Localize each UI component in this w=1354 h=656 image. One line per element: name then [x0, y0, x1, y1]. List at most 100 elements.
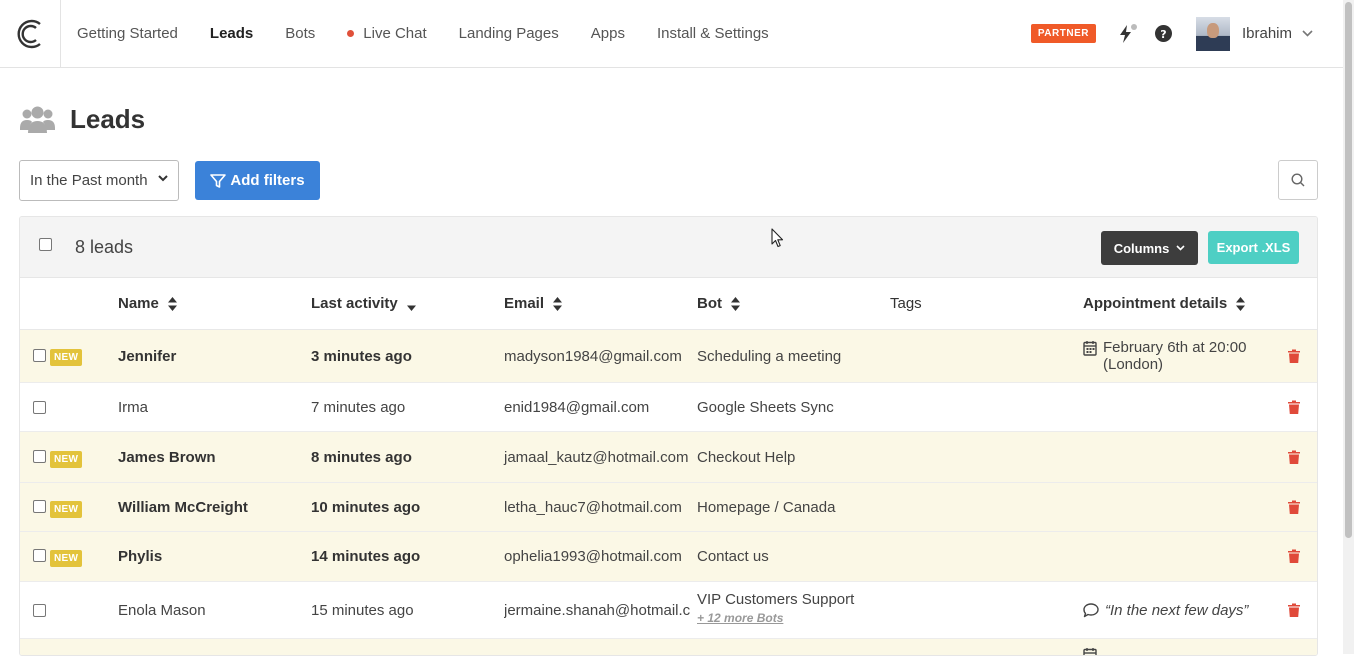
header-label: Bot: [697, 295, 722, 312]
trash-icon[interactable]: [1288, 400, 1300, 414]
avatar[interactable]: [1196, 17, 1230, 51]
nav-live-chat[interactable]: Live Chat: [331, 25, 442, 42]
new-badge: NEW: [50, 550, 82, 567]
lead-bot: Checkout Help: [697, 449, 795, 466]
header-label: Tags: [890, 295, 922, 312]
comment-icon: [1083, 603, 1099, 618]
add-filters-button[interactable]: Add filters: [195, 161, 320, 200]
nav-label: Install & Settings: [657, 25, 769, 42]
lead-email: ophelia1993@hotmail.com: [504, 548, 682, 565]
header-label: Email: [504, 295, 544, 312]
last-activity: 3 minutes ago: [311, 348, 412, 365]
table-row[interactable]: Irma 7 minutes ago enid1984@gmail.com Go…: [20, 383, 1317, 432]
last-activity: 8 minutes ago: [311, 449, 412, 466]
trash-icon[interactable]: [1288, 549, 1300, 563]
add-filters-label: Add filters: [230, 172, 304, 189]
partner-badge: PARTNER: [1031, 24, 1096, 43]
mouse-cursor-icon: [771, 228, 785, 249]
lead-name[interactable]: Phylis: [118, 548, 162, 565]
lead-name[interactable]: Irma: [118, 399, 148, 416]
trash-icon[interactable]: [1288, 349, 1300, 363]
nav-bots[interactable]: Bots: [269, 25, 331, 42]
lead-name[interactable]: Jennifer: [118, 348, 176, 365]
nav-label: Landing Pages: [459, 25, 559, 42]
last-activity: 10 minutes ago: [311, 499, 420, 516]
lead-bot: VIP Customers Support: [697, 591, 854, 608]
lead-email: madyson1984@gmail.com: [504, 348, 682, 365]
date-range-select[interactable]: In the Past month: [19, 160, 179, 201]
chevron-down-icon: [1176, 245, 1185, 251]
trash-icon[interactable]: [1288, 500, 1300, 514]
header-label: Appointment details: [1083, 295, 1227, 312]
users-icon: [19, 106, 56, 134]
lead-email: jermaine.shanah@hotmail.c: [504, 602, 694, 619]
filter-icon: [210, 173, 226, 189]
table-row[interactable]: Enola Mason 15 minutes ago jermaine.shan…: [20, 582, 1317, 639]
table-row[interactable]: NEW Phylis 14 minutes ago ophelia1993@ho…: [20, 532, 1317, 582]
appointment-text: February 6th at 20:00 (London): [1103, 339, 1253, 373]
select-all-checkbox[interactable]: [39, 238, 52, 251]
new-badge: NEW: [50, 349, 82, 366]
table-row[interactable]: NEW William McCreight 10 minutes ago let…: [20, 483, 1317, 532]
trash-icon[interactable]: [1288, 450, 1300, 464]
calendar-icon: [1083, 340, 1097, 356]
lead-name[interactable]: James Brown: [118, 449, 216, 466]
header-appointment[interactable]: Appointment details: [1083, 295, 1245, 312]
search-button[interactable]: [1278, 160, 1318, 200]
logo-icon[interactable]: [0, 0, 61, 67]
header-label: Name: [118, 295, 159, 312]
lead-email: jamaal_kautz@hotmail.com: [504, 449, 688, 466]
help-icon[interactable]: ?: [1154, 24, 1174, 44]
lead-bot: Scheduling a meeting: [697, 348, 841, 365]
sort-icon: [168, 297, 177, 311]
header-last-activity[interactable]: Last activity: [311, 295, 416, 312]
table-header: Name Last activity Email Bot Tags Appoin…: [20, 278, 1317, 330]
nav-label: Bots: [285, 25, 315, 42]
nav-install-settings[interactable]: Install & Settings: [641, 25, 785, 42]
user-name[interactable]: Ibrahim: [1242, 25, 1292, 42]
table-row[interactable]: NEW Jennifer 3 minutes ago madyson1984@g…: [20, 330, 1317, 383]
last-activity: 14 minutes ago: [311, 548, 420, 565]
row-checkbox[interactable]: [33, 500, 46, 513]
row-checkbox[interactable]: [33, 549, 46, 562]
scrollbar-thumb[interactable]: [1345, 2, 1352, 538]
export-xls-button[interactable]: Export .XLS: [1208, 231, 1299, 264]
trash-icon[interactable]: [1288, 603, 1300, 617]
chevron-down-icon[interactable]: [1302, 30, 1313, 37]
export-label: Export .XLS: [1217, 240, 1291, 255]
lead-bot: Contact us: [697, 548, 769, 565]
nav-apps[interactable]: Apps: [575, 25, 641, 42]
header-tags: Tags: [890, 295, 922, 312]
leads-table: 8 leads Columns Export .XLS Name Last ac…: [19, 216, 1318, 656]
top-navigation: Getting Started Leads Bots Live Chat Lan…: [0, 0, 1343, 68]
nav-landing-pages[interactable]: Landing Pages: [443, 25, 575, 42]
nav-leads[interactable]: Leads: [194, 25, 269, 42]
lead-name[interactable]: William McCreight: [118, 499, 248, 516]
search-icon: [1291, 173, 1305, 187]
header-label: Last activity: [311, 295, 398, 312]
row-checkbox[interactable]: [33, 401, 46, 414]
columns-button[interactable]: Columns: [1101, 231, 1198, 265]
more-bots-link[interactable]: + 12 more Bots: [697, 611, 854, 625]
appointment-text: “In the next few days”: [1105, 602, 1248, 619]
nav-getting-started[interactable]: Getting Started: [61, 25, 194, 42]
bolt-icon[interactable]: [1116, 24, 1136, 44]
row-checkbox[interactable]: [33, 349, 46, 362]
table-row-partial[interactable]: [20, 639, 1317, 656]
lead-name[interactable]: Enola Mason: [118, 602, 206, 619]
header-bot[interactable]: Bot: [697, 295, 740, 312]
row-checkbox[interactable]: [33, 450, 46, 463]
new-badge: NEW: [50, 451, 82, 468]
page-scrollbar[interactable]: [1343, 0, 1354, 654]
sort-icon: [553, 297, 562, 311]
notification-dot: [1131, 24, 1137, 30]
row-checkbox[interactable]: [33, 604, 46, 617]
header-name[interactable]: Name: [118, 295, 177, 312]
table-row[interactable]: NEW James Brown 8 minutes ago jamaal_kau…: [20, 432, 1317, 483]
live-status-dot: [347, 30, 354, 37]
sort-desc-icon: [407, 297, 416, 311]
chevron-down-icon: [158, 175, 168, 182]
header-email[interactable]: Email: [504, 295, 562, 312]
nav-links: Getting Started Leads Bots Live Chat Lan…: [61, 0, 785, 67]
last-activity: 15 minutes ago: [311, 602, 414, 619]
